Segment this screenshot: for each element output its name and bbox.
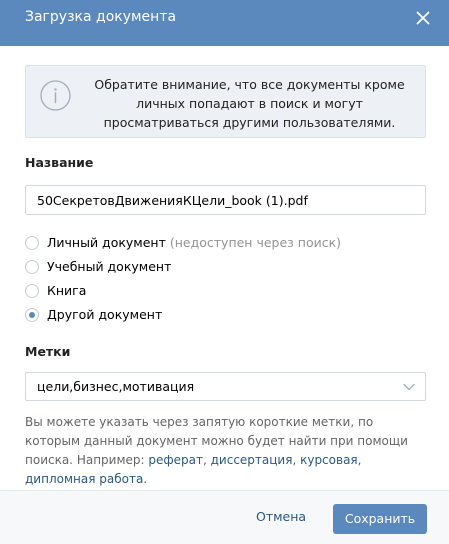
close-icon[interactable]: [413, 8, 433, 28]
example-link-dissertation[interactable]: диссертация: [211, 453, 293, 467]
radio-button[interactable]: [25, 260, 39, 274]
dialog-footer: Отмена Сохранить: [0, 490, 449, 544]
cancel-button[interactable]: Отмена: [256, 509, 306, 524]
tags-hint: Вы можете указать через запятую короткие…: [25, 413, 430, 489]
radio-button[interactable]: [25, 236, 39, 250]
search-visibility-notice: Обратите внимание, что все документы кро…: [25, 65, 426, 138]
example-link-coursework[interactable]: курсовая: [300, 453, 358, 467]
chevron-down-icon[interactable]: [402, 380, 416, 394]
info-icon: [40, 80, 71, 111]
tags-select[interactable]: цели,бизнес,мотивация: [25, 372, 426, 401]
radio-educational-label: Учебный документ: [47, 259, 172, 274]
dialog-header: Загрузка документа: [0, 0, 449, 46]
hint-period: .: [143, 472, 148, 486]
name-label: Название: [25, 155, 94, 170]
radio-button-checked[interactable]: [25, 308, 39, 322]
notice-text: Обратите внимание, что все документы кро…: [94, 77, 405, 130]
tags-value: цели,бизнес,мотивация: [37, 379, 195, 394]
hint-separator: ,: [202, 453, 211, 467]
document-name-input[interactable]: [25, 185, 426, 215]
hint-separator: ,: [292, 453, 301, 467]
example-link-diploma[interactable]: дипломная работа: [25, 472, 143, 486]
tags-label: Метки: [25, 344, 71, 359]
close-button[interactable]: [413, 8, 433, 28]
save-button[interactable]: Сохранить: [333, 504, 427, 534]
dialog-title: Загрузка документа: [25, 9, 177, 25]
example-link-report[interactable]: реферат: [148, 453, 203, 467]
radio-button[interactable]: [25, 284, 39, 298]
radio-personal-note: (недоступен через поиск): [169, 235, 342, 250]
radio-other-label: Другой документ: [47, 307, 163, 322]
hint-separator: ,: [357, 453, 362, 467]
radio-personal-label: Личный документ: [47, 235, 166, 250]
radio-book-label: Книга: [47, 283, 87, 298]
